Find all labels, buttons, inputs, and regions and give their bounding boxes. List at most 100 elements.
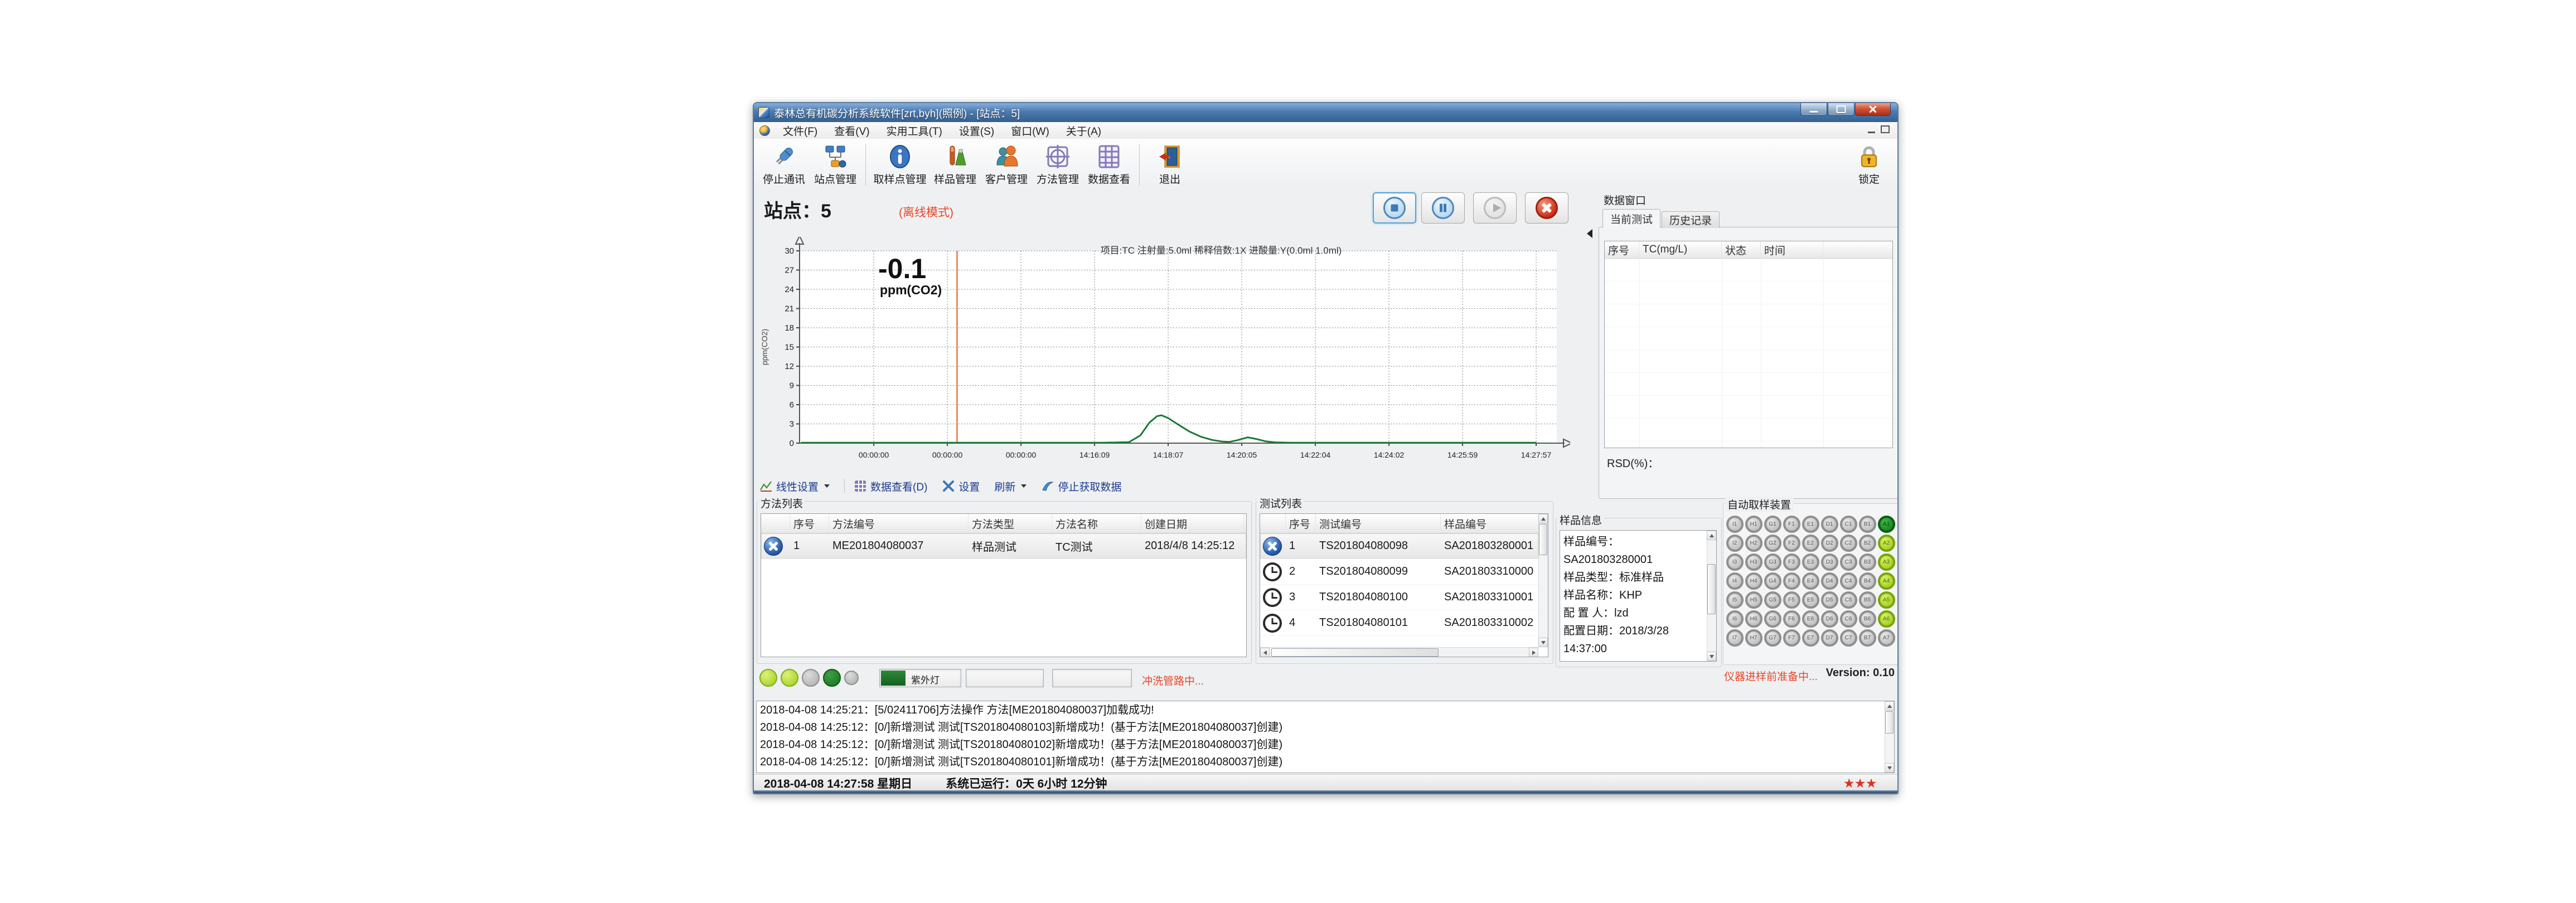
linear-settings-button[interactable]: 线性设置 xyxy=(759,479,830,494)
sampler-well-D3[interactable]: D3 xyxy=(1821,554,1838,571)
sampler-well-G3[interactable]: G3 xyxy=(1764,554,1781,571)
tab-current-test[interactable]: 当前测试 xyxy=(1602,209,1660,228)
sampler-well-I1[interactable]: I1 xyxy=(1726,516,1744,533)
scroll-right-icon[interactable] xyxy=(1532,650,1536,655)
sampler-well-G1[interactable]: G1 xyxy=(1764,516,1781,533)
pause-run-button[interactable] xyxy=(1421,192,1465,224)
column-header[interactable]: TC(mg/L) xyxy=(1639,241,1722,258)
sampler-well-F2[interactable]: F2 xyxy=(1783,535,1800,552)
log-vscrollbar[interactable] xyxy=(1885,701,1894,773)
sampler-well-C1[interactable]: C1 xyxy=(1840,516,1857,533)
sampler-well-H3[interactable]: H3 xyxy=(1745,554,1762,571)
minimize-button[interactable] xyxy=(1800,103,1827,116)
stop-run-button[interactable] xyxy=(1373,192,1416,224)
sampler-well-C3[interactable]: C3 xyxy=(1840,554,1857,571)
scrollbar-thumb[interactable] xyxy=(1707,564,1716,614)
sampler-well-C4[interactable]: C4 xyxy=(1840,572,1857,590)
column-header[interactable]: 方法名称 xyxy=(1052,514,1141,533)
sample-info-vscrollbar[interactable] xyxy=(1707,531,1716,661)
scrollbar-thumb[interactable] xyxy=(1271,648,1439,657)
sample-manage-button[interactable]: 样品管理 xyxy=(929,142,981,188)
sampler-well-B4[interactable]: B4 xyxy=(1859,572,1876,590)
scroll-down-icon[interactable] xyxy=(1887,766,1892,770)
sampler-well-H6[interactable]: H6 xyxy=(1745,610,1762,628)
collapse-panel-arrow-icon[interactable] xyxy=(1587,229,1592,238)
sampler-well-D4[interactable]: D4 xyxy=(1821,572,1838,590)
cancel-run-button[interactable] xyxy=(1525,192,1568,224)
sampler-well-A7[interactable]: A7 xyxy=(1878,629,1895,647)
sampler-well-F7[interactable]: F7 xyxy=(1783,629,1800,647)
sampler-well-D1[interactable]: D1 xyxy=(1821,516,1838,533)
sampler-well-C2[interactable]: C2 xyxy=(1840,535,1857,552)
sampler-well-A3[interactable]: A3 xyxy=(1878,554,1895,571)
sampler-well-B3[interactable]: B3 xyxy=(1859,554,1876,571)
scroll-up-icon[interactable] xyxy=(1541,517,1546,521)
sampler-well-I6[interactable]: I6 xyxy=(1726,610,1744,628)
menu-file[interactable]: 文件(F) xyxy=(774,122,826,139)
lock-button[interactable]: 锁定 xyxy=(1846,141,1892,189)
sampler-well-E1[interactable]: E1 xyxy=(1802,516,1819,533)
sampler-well-A6[interactable]: A6 xyxy=(1878,610,1895,628)
column-header[interactable]: 序号 xyxy=(1286,514,1316,533)
sampler-well-E2[interactable]: E2 xyxy=(1802,535,1819,552)
close-button[interactable] xyxy=(1855,103,1891,116)
menu-view[interactable]: 查看(V) xyxy=(826,122,878,139)
site-manage-button[interactable]: 站点管理 xyxy=(810,142,861,188)
sampler-well-I4[interactable]: I4 xyxy=(1726,572,1744,590)
sampler-well-H1[interactable]: H1 xyxy=(1745,516,1762,533)
mdi-minimize-icon[interactable] xyxy=(1868,132,1875,133)
stop-acquire-button[interactable]: 停止获取数据 xyxy=(1041,479,1121,494)
table-row[interactable]: 1ME201804080037样品测试TC测试2018/4/8 14:25:12 xyxy=(761,533,1246,559)
sampler-well-F5[interactable]: F5 xyxy=(1783,591,1800,609)
tab-history[interactable]: 历史记录 xyxy=(1662,211,1720,228)
sampler-well-B6[interactable]: B6 xyxy=(1859,610,1876,628)
menu-utilities[interactable]: 实用工具(T) xyxy=(878,122,951,139)
column-header[interactable]: 时间 xyxy=(1761,241,1823,258)
sampler-well-D6[interactable]: D6 xyxy=(1821,610,1838,628)
sampler-well-D5[interactable]: D5 xyxy=(1821,591,1838,609)
sampler-well-G2[interactable]: G2 xyxy=(1764,535,1781,552)
scroll-left-icon[interactable] xyxy=(1263,650,1267,655)
sampler-well-E6[interactable]: E6 xyxy=(1802,610,1819,628)
scroll-up-icon[interactable] xyxy=(1887,705,1892,708)
sampler-well-E7[interactable]: E7 xyxy=(1802,629,1819,647)
stop-comm-button[interactable]: 停止通讯 xyxy=(758,142,810,188)
scroll-up-icon[interactable] xyxy=(1710,534,1714,537)
sampler-well-E5[interactable]: E5 xyxy=(1802,591,1819,609)
data-view-button[interactable]: 数据查看 xyxy=(1083,142,1135,188)
sampler-well-G7[interactable]: G7 xyxy=(1764,629,1781,647)
mdi-restore-icon[interactable] xyxy=(1881,125,1890,133)
sampler-well-B1[interactable]: B1 xyxy=(1859,516,1876,533)
exit-button[interactable]: 退出 xyxy=(1144,142,1195,188)
menu-window[interactable]: 窗口(W) xyxy=(1003,122,1058,139)
column-header[interactable]: 测试编号 xyxy=(1316,514,1441,533)
table-row[interactable]: 1TS201804080098SA201803280001 xyxy=(1260,533,1538,559)
sampler-well-E4[interactable]: E4 xyxy=(1802,572,1819,590)
sampler-well-C6[interactable]: C6 xyxy=(1840,610,1857,628)
sampler-well-B5[interactable]: B5 xyxy=(1859,591,1876,609)
sampler-well-G6[interactable]: G6 xyxy=(1764,610,1781,628)
sampler-well-I7[interactable]: I7 xyxy=(1726,629,1744,647)
sampler-well-H5[interactable]: H5 xyxy=(1745,591,1762,609)
column-header[interactable]: 序号 xyxy=(790,514,829,533)
sampler-well-E3[interactable]: E3 xyxy=(1802,554,1819,571)
method-manage-button[interactable]: 方法管理 xyxy=(1032,142,1083,188)
sampler-well-I2[interactable]: I2 xyxy=(1726,535,1744,552)
maximize-button[interactable] xyxy=(1828,103,1854,116)
column-header[interactable]: 方法类型 xyxy=(969,514,1052,533)
menu-settings[interactable]: 设置(S) xyxy=(951,122,1003,139)
sampler-well-H2[interactable]: H2 xyxy=(1745,535,1762,552)
sampler-well-A1[interactable]: A1 xyxy=(1878,516,1895,533)
sampler-well-I5[interactable]: I5 xyxy=(1726,591,1744,609)
sampler-well-I3[interactable]: I3 xyxy=(1726,554,1744,571)
scrollbar-thumb[interactable] xyxy=(1885,711,1894,734)
column-header[interactable]: 序号 xyxy=(1605,241,1639,258)
sampler-well-F3[interactable]: F3 xyxy=(1783,554,1800,571)
sampler-well-A5[interactable]: A5 xyxy=(1878,591,1895,609)
sampling-point-manage-button[interactable]: 取样点管理 xyxy=(870,142,929,188)
sampler-well-C7[interactable]: C7 xyxy=(1840,629,1857,647)
titlebar[interactable]: 泰林总有机碳分析系统软件[zrt,byh](照例) - [站点：5] xyxy=(754,103,1897,122)
sampler-well-H7[interactable]: H7 xyxy=(1745,629,1762,647)
column-header[interactable]: 样品编号 xyxy=(1441,514,1538,533)
column-header[interactable]: 创建日期 xyxy=(1141,514,1244,533)
